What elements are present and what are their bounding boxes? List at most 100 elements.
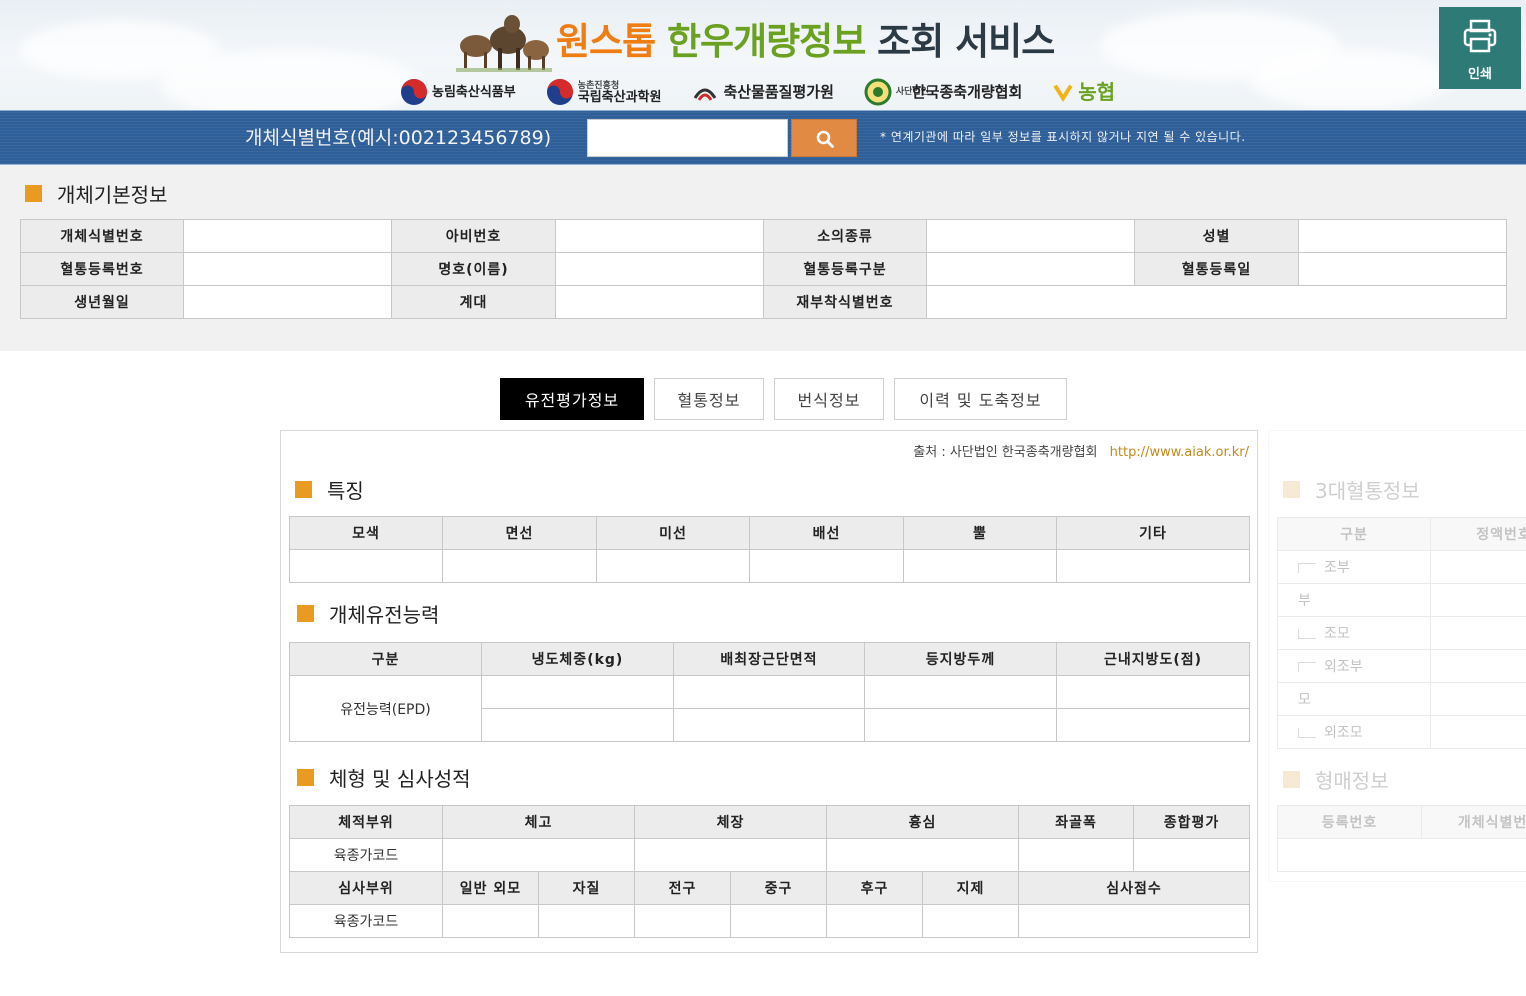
breed-value [926, 219, 1135, 253]
table-row: 혈통등록번호 명호(이름) 혈통등록구분 혈통등록일 [20, 252, 1507, 286]
col-header: 체장 [634, 805, 828, 839]
section-marker-icon [25, 185, 42, 202]
table-cell [1430, 649, 1526, 683]
table-row: 조모 [1277, 616, 1526, 650]
tab-pedigree[interactable]: 혈통정보 [654, 378, 764, 420]
table-cell [922, 904, 1020, 938]
search-label: 개체식별번호(예시:002123456789) [245, 127, 552, 149]
tree-connector-icon [1298, 563, 1316, 573]
logo-label: 농림축산식품부 [432, 84, 516, 100]
table-cell [1056, 549, 1250, 583]
col-header: 배선 [749, 516, 904, 550]
table-cell [441, 838, 636, 872]
logo-label: 한국종축개량협회 [911, 82, 1023, 101]
pedigree-row-label: 외조모 [1324, 725, 1363, 741]
table-row: 조부 [1277, 550, 1526, 584]
info-tabs: 유전평가정보 혈통정보 번식정보 이력 및 도축정보 [500, 378, 1077, 420]
col-header: 구분 [1277, 517, 1431, 551]
col-header: 후구 [826, 871, 924, 905]
ekape-mark-icon [694, 88, 717, 101]
id-no-value [183, 219, 392, 253]
taegeuk-icon [546, 79, 573, 105]
table-row: 구분 정액번호 [1277, 517, 1526, 551]
logo-label: 국립축산과학원 [577, 89, 662, 105]
col-header: 모색 [289, 516, 443, 550]
search-button[interactable] [791, 119, 857, 157]
table-cell [481, 708, 674, 742]
table-cell [1430, 550, 1526, 584]
id-search-input[interactable] [587, 119, 788, 157]
table-row: 등록번호 개체식별번호 [1277, 805, 1526, 839]
col-header: 종합평가 [1133, 805, 1251, 839]
col-header: 흉심 [826, 805, 1020, 839]
table-cell [481, 675, 674, 709]
table-row: 체적부위 체고 체장 흉심 좌골폭 종합평가 [289, 805, 1251, 839]
col-header: 개체식별번호 [1421, 805, 1526, 839]
aiak-seal-icon [864, 78, 892, 106]
col-header: 배최장근단면적 [673, 642, 865, 676]
pedigree-3gen-table: 구분 정액번호 조부 부 조모 외조부 모 외조모 [1277, 517, 1526, 749]
logo-nh: 농협 [1052, 78, 1115, 106]
tab-breeding[interactable]: 번식정보 [774, 378, 884, 420]
search-bar: 개체식별번호(예시:002123456789) * 연계기관에 따라 일부 정보… [0, 110, 1526, 165]
table-cell [749, 549, 904, 583]
generation-value [555, 285, 764, 319]
table-cell [1430, 715, 1526, 749]
print-button[interactable]: 인쇄 [1439, 7, 1521, 89]
row-label: 유전능력(EPD) [289, 675, 482, 742]
cattle-illustration [456, 15, 552, 72]
col-header: 등록번호 [1277, 805, 1422, 839]
table-cell [442, 549, 597, 583]
table-cell [673, 708, 865, 742]
taegeuk-icon [401, 79, 427, 105]
table-cell [1018, 904, 1251, 938]
col-header: 체고 [441, 805, 636, 839]
tab-history-slaughter[interactable]: 이력 및 도축정보 [894, 378, 1067, 420]
pedigree-no-label: 혈통등록번호 [20, 252, 184, 286]
col-header: 일반 외모 [442, 871, 539, 905]
table-cell [673, 675, 865, 709]
col-header: 전구 [634, 871, 732, 905]
table-cell [1056, 708, 1250, 742]
table-cell [596, 549, 750, 583]
logo-small-label: 사단법인 [895, 87, 929, 97]
table-row: 육종가코드 [289, 904, 1251, 938]
table-row [1277, 838, 1526, 872]
generation-label: 계대 [391, 285, 556, 319]
birth-date-label: 생년월일 [20, 285, 184, 319]
table-cell [903, 549, 1057, 583]
father-no-label: 아비번호 [391, 219, 556, 253]
table-cell [1018, 838, 1135, 872]
title-part3: 조회 서비스 [877, 20, 1055, 63]
col-header: 심사부위 [289, 871, 443, 905]
table-row: 모 [1277, 682, 1526, 716]
table-row: 구분 냉도체중(kg) 배최장근단면적 등지방두께 근내지방도(점) [289, 642, 1250, 676]
father-no-value [555, 219, 764, 253]
table-row: 심사부위 일반 외모 자질 전구 중구 후구 지제 심사점수 [289, 871, 1251, 905]
page-title: 원스톱 한우개량정보 조회 서비스 [556, 18, 1055, 66]
pedigree-no-value [183, 252, 392, 286]
ability-table: 구분 냉도체중(kg) 배최장근단면적 등지방두께 근내지방도(점) 유전능력(… [289, 642, 1250, 742]
table-cell [537, 904, 636, 938]
pedigree-row-label: 조부 [1324, 560, 1350, 576]
tab-genetic-evaluation[interactable]: 유전평가정보 [500, 378, 644, 420]
tree-connector-icon [1298, 728, 1316, 738]
table-row: 개체식별번호 아비번호 소의종류 성별 [20, 219, 1507, 253]
source-link[interactable]: http://www.aiak.or.kr/ [1110, 445, 1249, 460]
table-cell [1133, 838, 1251, 872]
table-cell [1056, 675, 1250, 709]
pedigree-class-label: 혈통등록구분 [763, 252, 927, 286]
section-marker-icon [1283, 771, 1300, 788]
genetic-evaluation-panel: 출처 : 사단법인 한국종축개량협회 http://www.aiak.or.kr… [280, 430, 1258, 953]
basic-info-title: 개체기본정보 [25, 179, 167, 208]
partner-logos: 농림축산식품부 농촌진흥청 국립축산과학원 축산물품질평가원 사단법인 한국종축… [400, 78, 1145, 106]
logo-ekape: 축산물품질평가원 [691, 78, 834, 106]
source-info: 출처 : 사단법인 한국종축개량협회 http://www.aiak.or.kr… [913, 441, 1249, 460]
table-cell [1430, 682, 1526, 716]
nh-mark-icon [1053, 84, 1073, 102]
pedigree-row-label: 조모 [1324, 626, 1350, 642]
pedigree-row-label: 부 [1277, 583, 1431, 617]
search-notice: * 연계기관에 따라 일부 정보를 표시하지 않거나 지연 될 수 있습니다. [880, 130, 1246, 144]
name-value [555, 252, 764, 286]
header-banner: 원스톱 한우개량정보 조회 서비스 농림축산식품부 농촌진흥청 국립축산과학원 [0, 0, 1526, 110]
